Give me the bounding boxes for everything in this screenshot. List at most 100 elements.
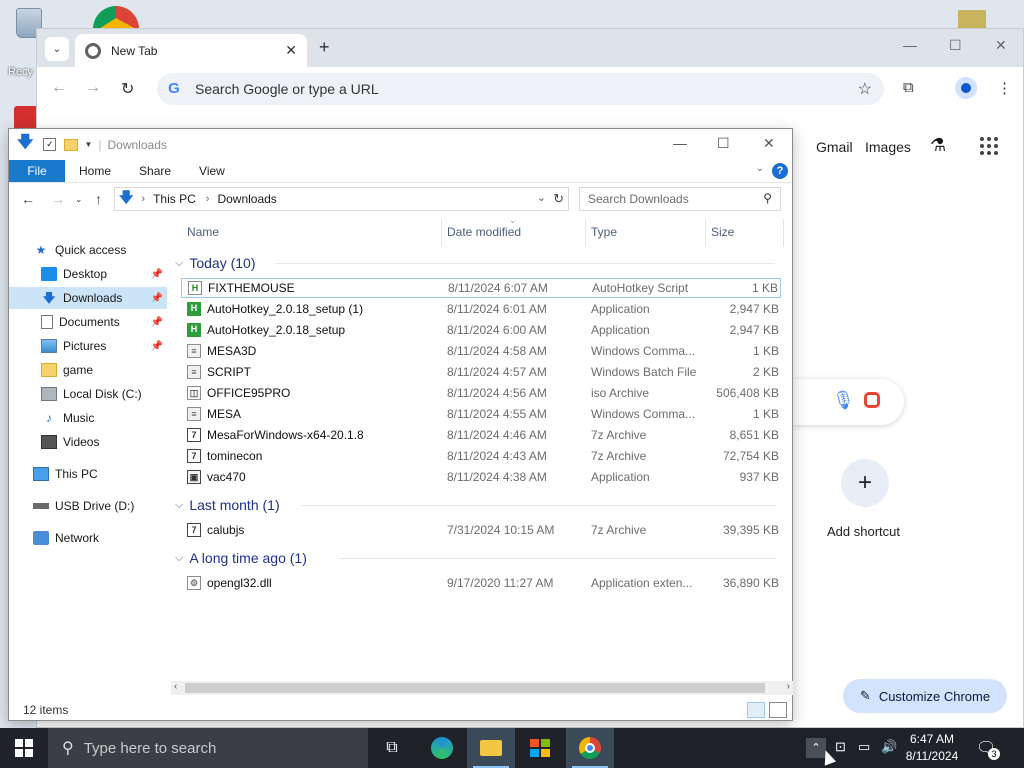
quick-access-dropdown-icon[interactable]: ▼ bbox=[84, 140, 92, 149]
profile-avatar[interactable] bbox=[955, 77, 977, 99]
group-header-long-time-ago[interactable]: ⌵ A long time ago (1) bbox=[175, 548, 775, 568]
scroll-left-icon[interactable]: ‹ bbox=[174, 681, 177, 692]
help-icon[interactable]: ? bbox=[772, 163, 788, 179]
file-row[interactable]: 7 MesaForWindows-x64-20.1.8 8/11/2024 4:… bbox=[181, 425, 781, 445]
omnibox[interactable]: G Search Google or type a URL ☆ bbox=[157, 73, 884, 105]
sidebar-item-this-pc[interactable]: This PC bbox=[9, 463, 167, 485]
file-row[interactable]: ◫ OFFICE95PRO 8/11/2024 4:56 AM iso Arch… bbox=[181, 383, 781, 403]
tab-view[interactable]: View bbox=[185, 160, 239, 182]
new-folder-icon[interactable] bbox=[64, 138, 79, 151]
recent-locations-icon[interactable]: ⌄ bbox=[75, 194, 83, 205]
explorer-maximize-button[interactable]: ☐ bbox=[717, 135, 730, 152]
breadcrumb-downloads[interactable]: Downloads bbox=[217, 192, 276, 206]
sidebar-item-quick-access[interactable]: ★ Quick access bbox=[9, 239, 167, 261]
volume-icon[interactable]: 🔊 bbox=[881, 739, 897, 755]
explorer-back-button[interactable]: ← bbox=[21, 191, 35, 207]
pc-icon bbox=[33, 467, 49, 481]
start-button[interactable] bbox=[0, 728, 48, 768]
scroll-right-icon[interactable]: › bbox=[787, 681, 790, 692]
horizontal-scrollbar[interactable]: ‹ › bbox=[171, 681, 793, 695]
menu-icon[interactable]: ⋮ bbox=[997, 79, 1012, 97]
file-explorer-taskbar-button[interactable] bbox=[467, 728, 515, 768]
back-button[interactable]: ← bbox=[51, 79, 67, 97]
tab-share[interactable]: Share bbox=[125, 160, 185, 182]
column-header-size[interactable]: Size bbox=[711, 225, 734, 247]
new-tab-button[interactable]: + bbox=[319, 37, 330, 58]
up-button[interactable]: ↑ bbox=[95, 191, 102, 207]
sidebar-item-downloads[interactable]: 🡇 Downloads 📌 bbox=[9, 287, 167, 309]
meet-now-icon[interactable]: ⊡ bbox=[835, 739, 846, 755]
taskbar-search-box[interactable]: ⚲ Type here to search bbox=[48, 728, 368, 768]
large-icons-view-icon[interactable] bbox=[769, 702, 787, 718]
explorer-minimize-button[interactable]: — bbox=[673, 135, 687, 151]
app-desktop-icon[interactable] bbox=[14, 106, 38, 130]
sidebar-item-documents[interactable]: Documents 📌 bbox=[9, 311, 167, 333]
file-row[interactable]: H FIXTHEMOUSE 8/11/2024 6:07 AM AutoHotk… bbox=[181, 278, 781, 298]
file-row[interactable]: ⚙ opengl32.dll 9/17/2020 11:27 AM Applic… bbox=[181, 573, 781, 593]
sidebar-item-usb-drive[interactable]: USB Drive (D:) bbox=[9, 495, 167, 517]
close-tab-icon[interactable]: ✕ bbox=[285, 42, 297, 59]
file-row[interactable]: ≡ MESA3D 8/11/2024 4:58 AM Windows Comma… bbox=[181, 341, 781, 361]
chrome-desktop-icon[interactable] bbox=[93, 6, 139, 30]
chrome-taskbar-button[interactable] bbox=[566, 728, 614, 768]
details-view-icon[interactable] bbox=[747, 702, 765, 718]
address-bar[interactable]: 🡇 › This PC › Downloads ⌄ ↻ bbox=[114, 187, 569, 211]
extensions-icon[interactable]: ⧉ bbox=[903, 79, 914, 96]
tab-search-button[interactable]: ⌄ bbox=[45, 37, 69, 61]
file-row[interactable]: 7 tominecon 8/11/2024 4:43 AM 7z Archive… bbox=[181, 446, 781, 466]
task-view-button[interactable]: ⧉ bbox=[368, 728, 416, 768]
scrollbar-thumb[interactable] bbox=[185, 683, 765, 693]
google-apps-icon[interactable] bbox=[980, 137, 998, 155]
file-row[interactable]: ≡ MESA 8/11/2024 4:55 AM Windows Comma..… bbox=[181, 404, 781, 424]
explorer-forward-button[interactable]: → bbox=[51, 191, 65, 207]
sidebar-item-local-disk[interactable]: Local Disk (C:) bbox=[9, 383, 167, 405]
sidebar-item-desktop[interactable]: Desktop 📌 bbox=[9, 263, 167, 285]
download-icon: 🡇 bbox=[42, 291, 56, 305]
customize-chrome-button[interactable]: ✎ Customize Chrome bbox=[843, 679, 1007, 713]
add-shortcut-button[interactable]: + bbox=[841, 459, 889, 507]
file-row[interactable]: H AutoHotkey_2.0.18_setup 8/11/2024 6:00… bbox=[181, 320, 781, 340]
file-row[interactable]: H AutoHotkey_2.0.18_setup (1) 8/11/2024 … bbox=[181, 299, 781, 319]
column-header-date[interactable]: Date modified bbox=[447, 225, 521, 247]
tab-home[interactable]: Home bbox=[65, 160, 125, 182]
column-header-name[interactable]: Name bbox=[187, 225, 219, 247]
network-tray-icon[interactable]: ▭ bbox=[858, 739, 870, 755]
expand-ribbon-icon[interactable]: ⌄ bbox=[756, 163, 764, 174]
edge-taskbar-button[interactable] bbox=[418, 728, 466, 768]
tab-file[interactable]: File bbox=[9, 160, 65, 182]
voice-search-icon[interactable]: 🎙 bbox=[832, 390, 855, 411]
explorer-close-button[interactable]: ✕ bbox=[763, 135, 775, 152]
folder-desktop-icon[interactable] bbox=[958, 10, 986, 30]
7z-archive-icon: 7 bbox=[187, 523, 201, 537]
address-dropdown-icon[interactable]: ⌄ bbox=[537, 191, 546, 204]
store-taskbar-button[interactable] bbox=[516, 728, 564, 768]
group-header-last-month[interactable]: ⌵ Last month (1) bbox=[175, 495, 775, 515]
tab-new-tab[interactable]: New Tab ✕ bbox=[75, 34, 307, 67]
images-link[interactable]: Images bbox=[865, 139, 911, 155]
sidebar-item-game[interactable]: game bbox=[9, 359, 167, 381]
file-row[interactable]: ▣ vac470 8/11/2024 4:38 AM Application 9… bbox=[181, 467, 781, 487]
forward-button[interactable]: → bbox=[85, 79, 101, 97]
labs-flask-icon[interactable]: ⚗ bbox=[930, 135, 946, 156]
gmail-link[interactable]: Gmail bbox=[816, 139, 853, 155]
column-header-type[interactable]: Type bbox=[591, 225, 617, 247]
clock[interactable]: 6:47 AM 8/11/2024 bbox=[900, 731, 964, 765]
file-row[interactable]: 7 calubjs 7/31/2024 10:15 AM 7z Archive … bbox=[181, 520, 781, 540]
refresh-icon[interactable]: ↻ bbox=[553, 191, 564, 207]
sidebar-item-videos[interactable]: Videos bbox=[9, 431, 167, 453]
sidebar-item-music[interactable]: ♪ Music bbox=[9, 407, 167, 429]
properties-check-icon[interactable]: ✓ bbox=[43, 138, 57, 151]
group-header-today[interactable]: ⌵ Today (10) bbox=[175, 253, 775, 273]
breadcrumb-this-pc[interactable]: This PC bbox=[153, 192, 196, 206]
sidebar-item-pictures[interactable]: Pictures 📌 bbox=[9, 335, 167, 357]
bookmark-star-icon[interactable]: ☆ bbox=[858, 79, 872, 99]
maximize-button[interactable]: ☐ bbox=[949, 37, 962, 54]
chrome-favicon-icon bbox=[85, 42, 101, 59]
file-row[interactable]: ≡ SCRIPT 8/11/2024 4:57 AM Windows Batch… bbox=[181, 362, 781, 382]
sidebar-item-network[interactable]: Network bbox=[9, 527, 167, 549]
minimize-button[interactable]: — bbox=[903, 37, 917, 53]
reload-button[interactable]: ↻ bbox=[121, 79, 134, 99]
google-lens-icon[interactable] bbox=[864, 392, 880, 408]
search-downloads-input[interactable]: Search Downloads ⚲ bbox=[579, 187, 781, 211]
close-window-button[interactable]: ✕ bbox=[995, 37, 1007, 54]
